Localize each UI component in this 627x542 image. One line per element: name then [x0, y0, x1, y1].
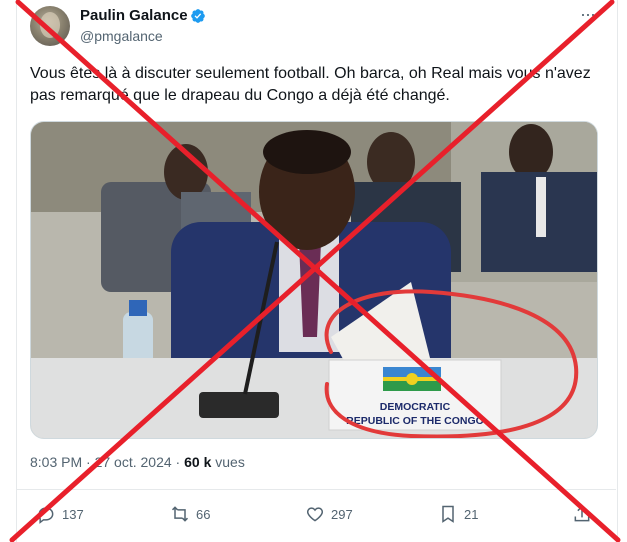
tweet-date[interactable]: 27 oct. 2024 — [95, 454, 172, 470]
action-bar: 137 66 297 21 — [0, 500, 627, 530]
handle[interactable]: @pmgalance — [80, 28, 163, 44]
tweet-time[interactable]: 8:03 PM — [30, 454, 82, 470]
bookmark-count: 21 — [464, 506, 479, 522]
share-button[interactable] — [572, 500, 598, 528]
divider — [16, 489, 616, 490]
bookmark-button[interactable]: 21 — [438, 500, 478, 528]
views-label: vues — [215, 454, 245, 470]
bookmark-icon — [442, 505, 454, 523]
verified-badge-icon — [191, 9, 205, 23]
repost-button[interactable]: 66 — [170, 500, 210, 528]
like-count: 297 — [331, 506, 353, 522]
more-icon[interactable]: ··· — [580, 4, 596, 25]
repost-icon — [171, 506, 189, 522]
views-count: 60 k — [184, 454, 212, 470]
meta-separator: · — [86, 454, 91, 470]
reply-button[interactable]: 137 — [36, 500, 84, 528]
meta-separator: · — [175, 454, 181, 470]
tweet-text: Vous êtes là à discuter seulement footba… — [30, 65, 591, 104]
nameplate-line-1: DEMOCRATIC — [380, 401, 451, 413]
nameplate-line-2: REPUBLIC OF THE CONGO — [346, 415, 484, 427]
tweet-photo[interactable]: DEMOCRATIC REPUBLIC OF THE CONGO — [30, 121, 598, 439]
like-icon — [306, 507, 324, 522]
like-button[interactable]: 297 — [305, 500, 353, 528]
share-icon — [574, 505, 590, 522]
reply-icon — [38, 507, 54, 524]
display-name[interactable]: Paulin Galance — [80, 7, 188, 24]
repost-count: 66 — [196, 506, 211, 522]
reply-count: 137 — [62, 506, 84, 522]
tweet-metadata: 8:03 PM · 27 oct. 2024 · 60 k vues — [30, 454, 245, 470]
avatar[interactable] — [30, 6, 70, 46]
